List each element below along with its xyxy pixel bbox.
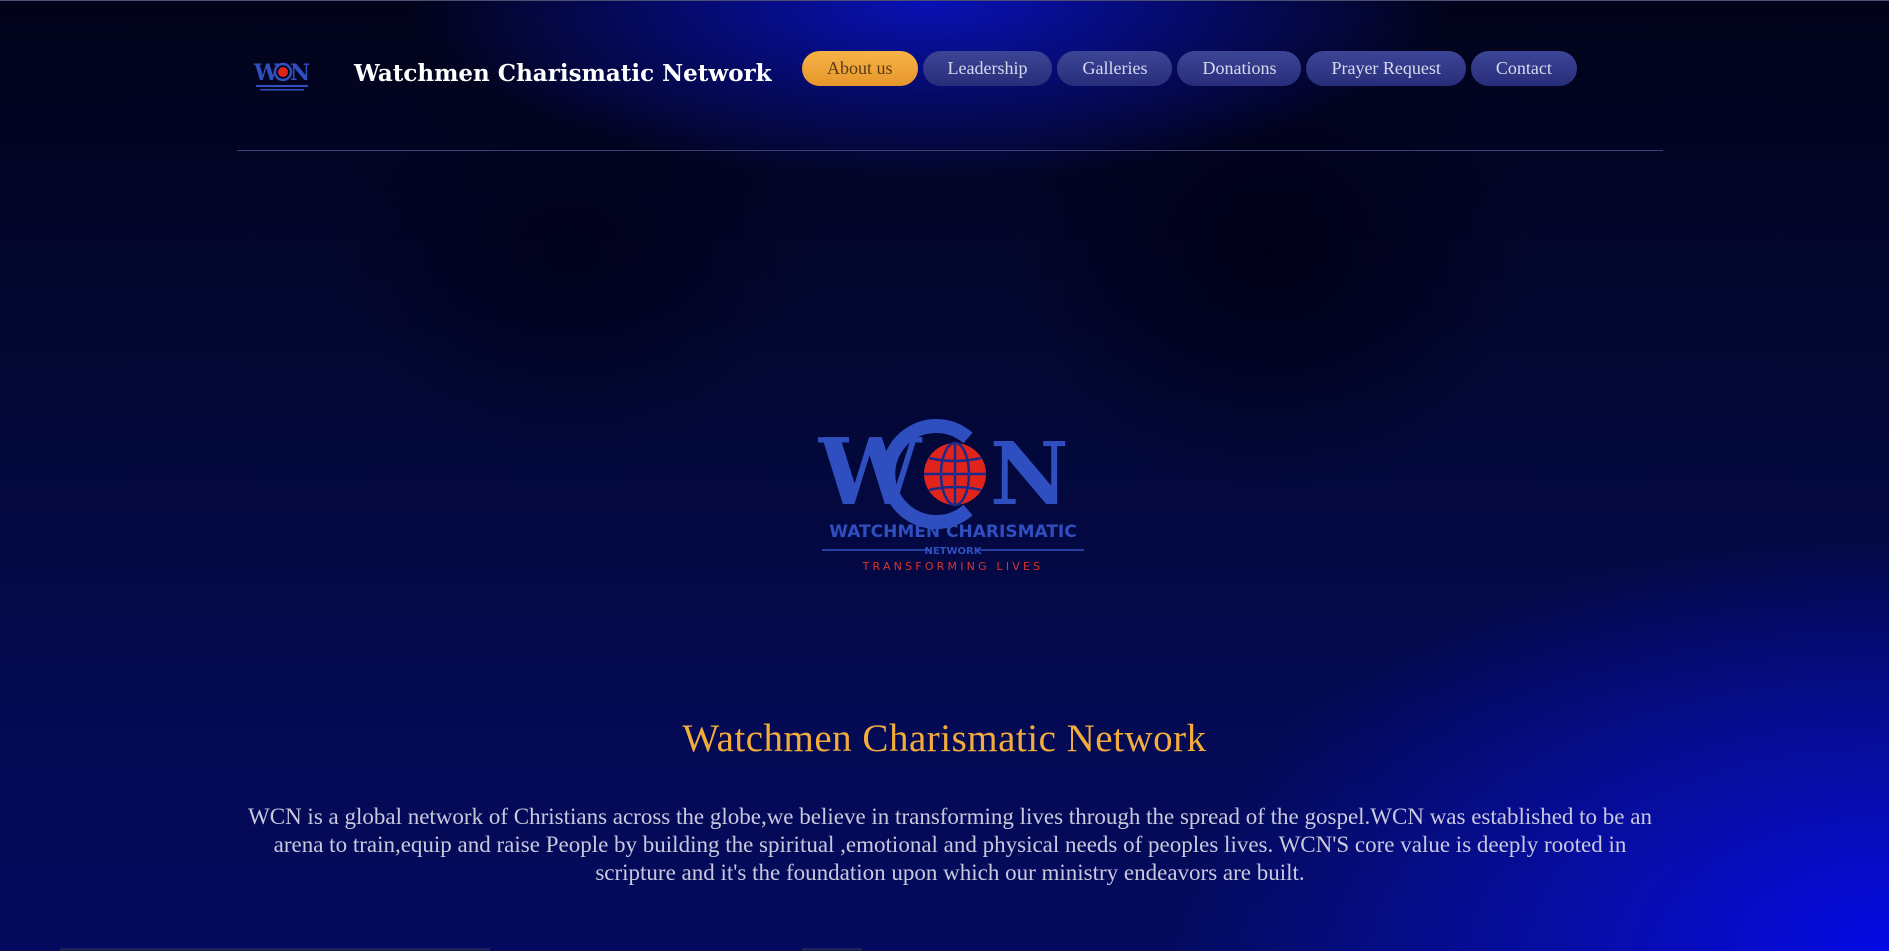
svg-text:N: N — [290, 60, 310, 86]
header-divider — [237, 150, 1663, 151]
site-title[interactable]: Watchmen Charismatic Network — [354, 60, 772, 87]
nav-galleries[interactable]: Galleries — [1057, 51, 1173, 86]
nav-leadership[interactable]: Leadership — [922, 51, 1053, 86]
nav-donations[interactable]: Donations — [1177, 51, 1302, 86]
hero-logo-name: WATCHMEN CHARISMATIC — [829, 522, 1076, 542]
wcn-logo-icon[interactable]: W N — [250, 56, 314, 96]
hero-logo: W N WATCHMEN CHARISMATIC NETWORK TRANSFO… — [817, 412, 1088, 578]
nav-prayer-request[interactable]: Prayer Request — [1306, 51, 1466, 86]
top-border — [0, 0, 1889, 1]
hero-description: WCN is a global network of Christians ac… — [248, 804, 1652, 885]
hero-logo-monogram: W N — [817, 418, 1069, 529]
nav-contact[interactable]: Contact — [1470, 51, 1577, 86]
nav-about-us[interactable]: About us — [802, 51, 918, 86]
svg-text:N: N — [990, 424, 1069, 525]
hero-title: Watchmen Charismatic Network — [682, 717, 1207, 760]
hero-logo-tagline: TRANSFORMING LIVES — [862, 560, 1044, 573]
hero-logo-network: NETWORK — [924, 546, 982, 557]
main-nav: About us Leadership Galleries Donations … — [802, 51, 1577, 86]
